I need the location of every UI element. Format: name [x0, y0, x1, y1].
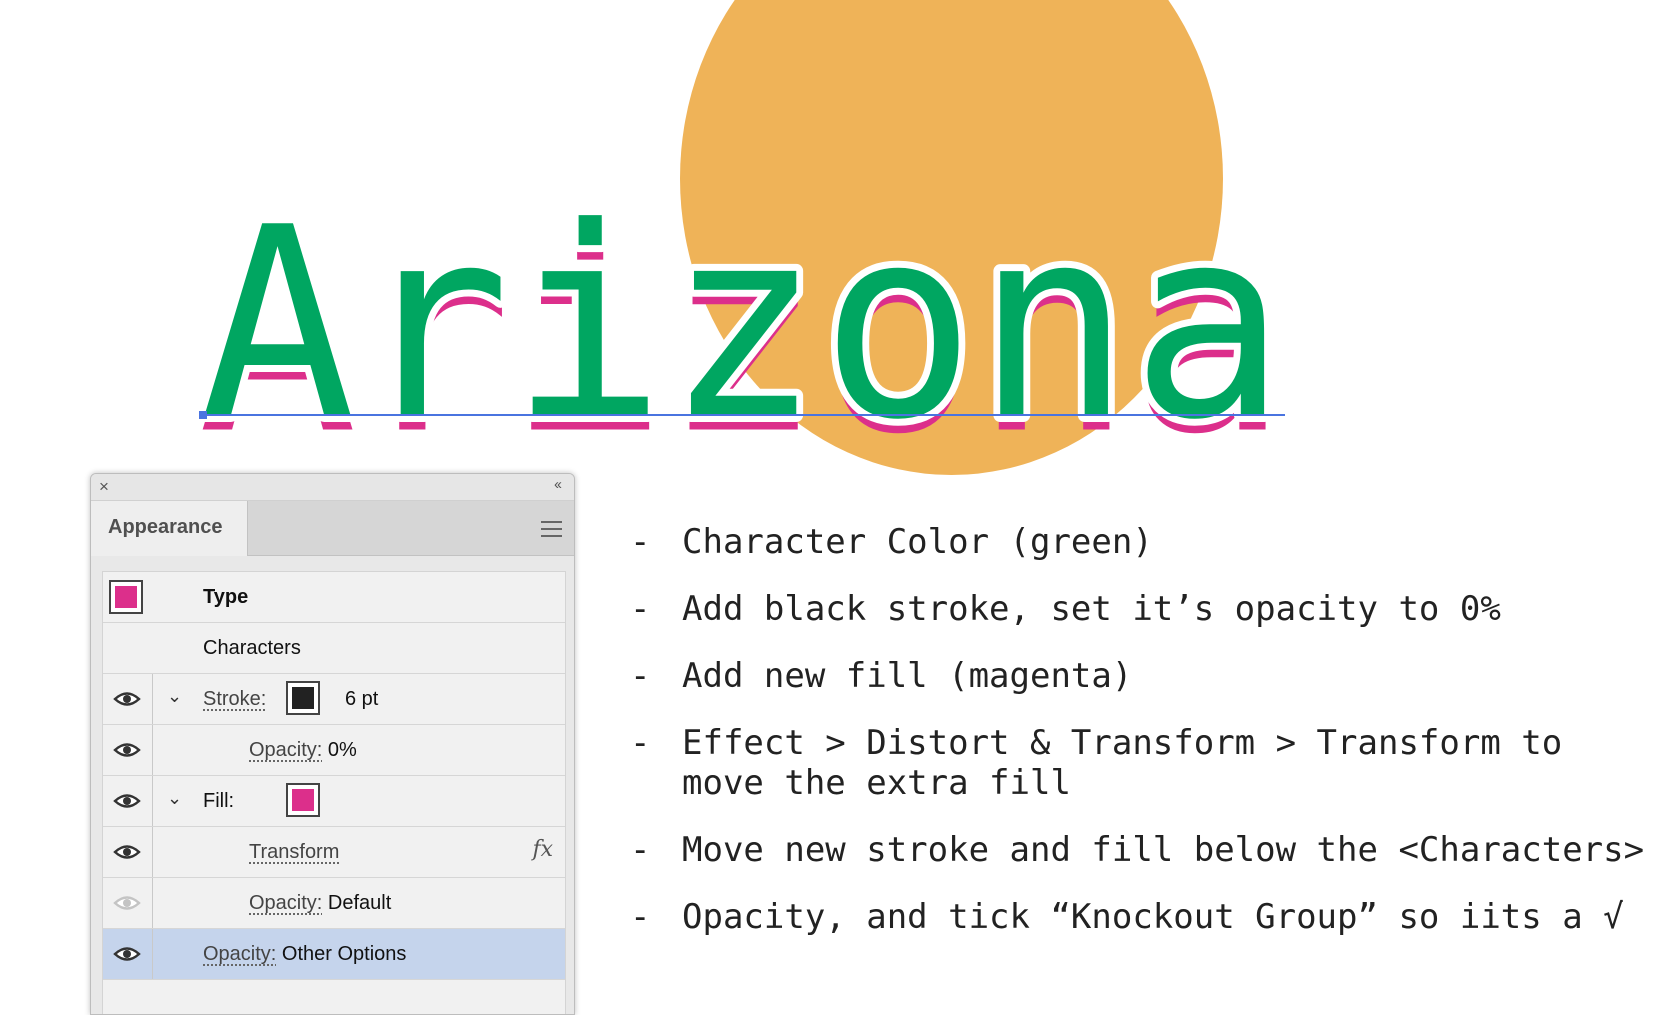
eye-icon[interactable]	[113, 686, 141, 712]
chevron-down-icon[interactable]: ⌄	[167, 686, 182, 707]
type-label: Type	[203, 586, 249, 608]
fill-opacity-label[interactable]: Opacity:	[249, 892, 322, 914]
transform-effect-link[interactable]: Transform	[249, 841, 339, 864]
eye-icon[interactable]	[113, 788, 141, 814]
baseline-anchor[interactable]	[199, 411, 207, 419]
fill-opacity-value: Default	[327, 892, 392, 914]
fx-icon[interactable]: fx	[532, 837, 553, 862]
hamburger-menu-icon[interactable]	[541, 521, 562, 542]
step-item: - Character Color (green)	[630, 522, 1153, 562]
panel-tabbar: Appearance	[91, 501, 574, 556]
stroke-weight-value[interactable]: 6 pt	[345, 688, 378, 711]
stroke-opacity-label[interactable]: Opacity:	[249, 739, 322, 761]
row-layer-opacity[interactable]: Opacity: Other Options	[103, 929, 565, 980]
instruction-steps: - Character Color (green) - Add black stro…	[630, 522, 1662, 964]
step-item: - Add new fill (magenta)	[630, 656, 1133, 696]
type-color-swatch[interactable]	[109, 580, 143, 614]
eye-icon[interactable]	[113, 941, 141, 967]
step-item: - Effect > Distort & Transform > Transfor…	[630, 723, 1563, 803]
row-characters[interactable]: Characters	[103, 623, 565, 674]
step-item: - Opacity, and tick “Knockout Group” so i…	[630, 897, 1624, 937]
stroke-color-swatch[interactable]	[286, 681, 320, 715]
arizona-green-characters: Arizona	[200, 172, 1286, 478]
eye-icon[interactable]	[113, 737, 141, 763]
arizona-artwork[interactable]: Arizona Arizona Arizona	[0, 0, 1674, 493]
layer-opacity-value: Other Options	[281, 943, 407, 965]
row-empty	[103, 980, 565, 1014]
row-fill-opacity[interactable]: Opacity: Default	[103, 878, 565, 929]
appearance-list: Type Characters ⌄ Stroke: 6 pt Opacity: …	[102, 571, 566, 1014]
row-stroke[interactable]: ⌄ Stroke: 6 pt	[103, 674, 565, 725]
row-stroke-opacity[interactable]: Opacity: 0%	[103, 725, 565, 776]
row-transform-effect[interactable]: Transform fx	[103, 827, 565, 878]
eye-icon-dimmed[interactable]	[113, 890, 141, 916]
step-item: - Add black stroke, set it’s opacity to 0…	[630, 589, 1501, 629]
fill-color-swatch[interactable]	[286, 783, 320, 817]
row-fill[interactable]: ⌄ Fill:	[103, 776, 565, 827]
close-icon[interactable]: ×	[99, 477, 109, 497]
collapse-panel-icon[interactable]: ‹‹	[554, 476, 562, 493]
appearance-panel: × ‹‹ Appearance Type Characters ⌄ Stroke…	[90, 473, 575, 1015]
stroke-opacity-value: 0%	[327, 739, 357, 761]
tab-appearance[interactable]: Appearance	[91, 501, 248, 556]
step-item: - Move new stroke and fill below the <Cha…	[630, 830, 1645, 870]
fill-label: Fill:	[203, 790, 235, 812]
panel-titlebar: × ‹‹	[91, 474, 574, 501]
chevron-down-icon[interactable]: ⌄	[167, 788, 182, 809]
characters-label: Characters	[203, 637, 301, 659]
stroke-label[interactable]: Stroke:	[203, 688, 266, 711]
row-type[interactable]: Type	[103, 572, 565, 623]
eye-icon[interactable]	[113, 839, 141, 865]
layer-opacity-label[interactable]: Opacity:	[203, 943, 276, 965]
